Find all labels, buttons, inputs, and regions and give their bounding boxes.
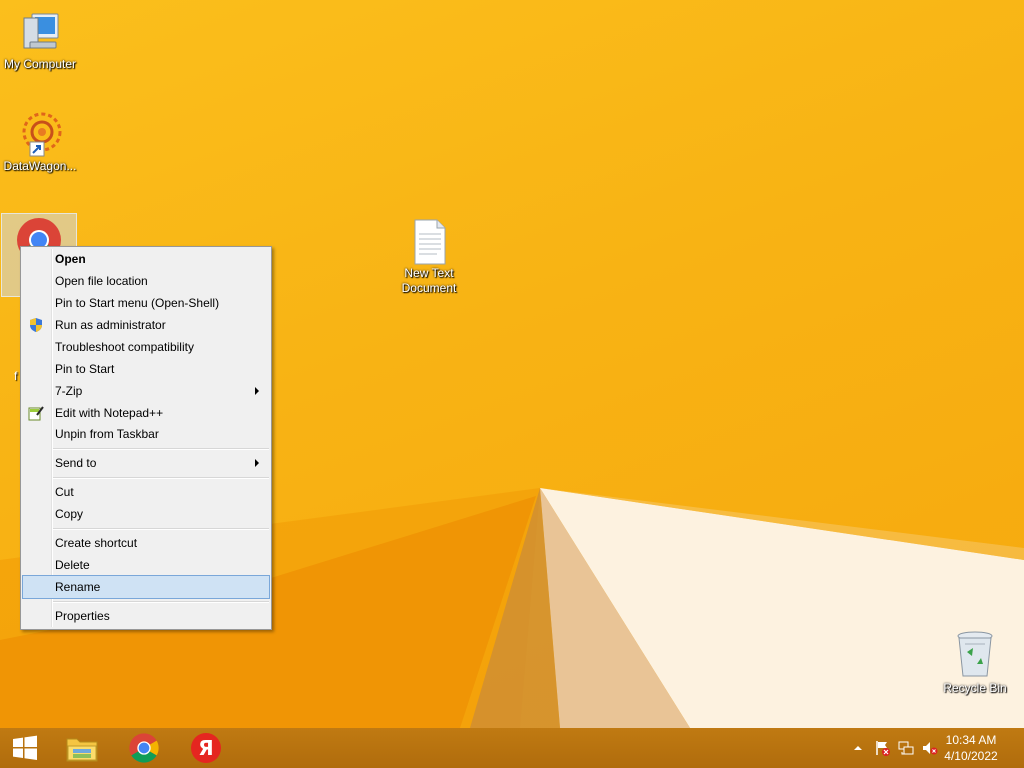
text-document-icon bbox=[414, 219, 446, 265]
menu-separator bbox=[53, 601, 269, 603]
windows-logo-icon bbox=[13, 735, 37, 760]
menu-separator bbox=[53, 528, 269, 530]
menu-item-rename-label: Rename bbox=[55, 580, 101, 594]
menu-item-troubleshoot[interactable]: Troubleshoot compatibility bbox=[23, 336, 269, 358]
desktop-icon-new-text-document[interactable]: New Text Document bbox=[389, 218, 469, 296]
menu-item-create-shortcut[interactable]: Create shortcut bbox=[23, 532, 269, 554]
menu-item-open[interactable]: Open bbox=[23, 248, 269, 270]
menu-item-send-to-label: Send to bbox=[55, 456, 97, 470]
desktop-icon-recycle-bin[interactable]: Recycle Bin bbox=[935, 630, 1015, 696]
menu-item-copy[interactable]: Copy bbox=[23, 503, 269, 525]
menu-item-run-as-admin[interactable]: Run as administrator bbox=[23, 314, 269, 336]
menu-separator bbox=[53, 448, 269, 450]
computer-icon bbox=[23, 13, 59, 49]
network-icon-svg bbox=[898, 741, 914, 755]
menu-item-open-file-location[interactable]: Open file location bbox=[23, 270, 269, 292]
menu-item-run-as-admin-label: Run as administrator bbox=[55, 318, 166, 332]
chrome-icon bbox=[129, 733, 159, 763]
recycle-bin-label: Recycle Bin bbox=[943, 681, 1007, 695]
file-explorer-icon bbox=[66, 738, 98, 762]
menu-separator bbox=[53, 477, 269, 479]
submenu-arrow-icon bbox=[255, 459, 259, 467]
menu-item-pin-to-start-label: Pin to Start bbox=[55, 362, 115, 376]
taskbar-yandex-browser[interactable]: Я bbox=[178, 728, 234, 768]
menu-item-pin-to-start[interactable]: Pin to Start bbox=[23, 358, 269, 380]
chevron-up-icon bbox=[854, 746, 862, 750]
flag-icon bbox=[876, 741, 890, 756]
network-icon[interactable] bbox=[898, 740, 914, 756]
start-button[interactable] bbox=[0, 728, 50, 768]
menu-item-edit-notepad-label: Edit with Notepad++ bbox=[55, 406, 164, 420]
menu-item-open-label: Open bbox=[55, 252, 86, 266]
datawagon-label: DataWagon... bbox=[3, 159, 77, 173]
uac-shield-icon bbox=[30, 318, 42, 332]
hidden-desktop-icon-label: f bbox=[14, 369, 18, 383]
menu-item-delete[interactable]: Delete bbox=[23, 554, 269, 576]
datawagon-icon bbox=[22, 112, 62, 157]
show-hidden-icons-button[interactable] bbox=[850, 740, 866, 756]
new-text-document-label-line1: New Text bbox=[404, 266, 454, 280]
clock-date: 4/10/2022 bbox=[944, 749, 998, 763]
menu-item-unpin-taskbar[interactable]: Unpin from Taskbar bbox=[23, 423, 269, 445]
submenu-arrow-icon bbox=[255, 387, 259, 395]
recycle-bin-icon bbox=[957, 631, 993, 677]
menu-item-troubleshoot-label: Troubleshoot compatibility bbox=[55, 340, 194, 354]
taskbar: Я 10:34 AM 4/10/2022 bbox=[0, 728, 1024, 768]
menu-item-send-to[interactable]: Send to bbox=[23, 452, 269, 474]
menu-item-7zip[interactable]: 7-Zip bbox=[23, 380, 269, 402]
my-computer-label: My Computer bbox=[3, 57, 77, 71]
desktop-icon-my-computer[interactable]: My Computer bbox=[0, 8, 80, 72]
menu-item-unpin-taskbar-label: Unpin from Taskbar bbox=[55, 427, 159, 441]
desktop-icon-datawagon[interactable]: DataWagon... bbox=[0, 110, 80, 174]
menu-item-properties[interactable]: Properties bbox=[23, 605, 269, 627]
menu-item-7zip-label: 7-Zip bbox=[55, 384, 83, 398]
menu-item-cut[interactable]: Cut bbox=[23, 481, 269, 503]
new-text-document-label-line2: Document bbox=[401, 281, 457, 295]
yandex-letter: Я bbox=[198, 736, 214, 760]
menu-item-rename[interactable]: Rename bbox=[22, 575, 270, 599]
menu-item-edit-notepad[interactable]: Edit with Notepad++ bbox=[23, 402, 269, 424]
action-center-icon[interactable] bbox=[874, 740, 890, 756]
menu-item-pin-start-menu-label: Pin to Start menu (Open-Shell) bbox=[55, 296, 220, 310]
taskbar-chrome[interactable] bbox=[116, 728, 172, 768]
menu-item-properties-label: Properties bbox=[55, 609, 110, 623]
menu-item-copy-label: Copy bbox=[55, 507, 84, 521]
taskbar-clock[interactable]: 10:34 AM 4/10/2022 bbox=[936, 732, 1006, 764]
menu-item-pin-start-menu[interactable]: Pin to Start menu (Open-Shell) bbox=[23, 292, 269, 314]
taskbar-file-explorer[interactable] bbox=[54, 728, 110, 768]
context-menu: Open Open file location Pin to Start men… bbox=[20, 246, 272, 630]
menu-item-cut-label: Cut bbox=[55, 485, 74, 499]
menu-item-create-shortcut-label: Create shortcut bbox=[55, 536, 138, 550]
clock-time: 10:34 AM bbox=[945, 733, 997, 747]
menu-item-open-file-location-label: Open file location bbox=[55, 274, 148, 288]
desktop[interactable]: My Computer DataWagon... f New Text Docu… bbox=[0, 0, 1024, 728]
notepad-plus-plus-icon bbox=[28, 406, 44, 421]
menu-item-delete-label: Delete bbox=[55, 558, 90, 572]
